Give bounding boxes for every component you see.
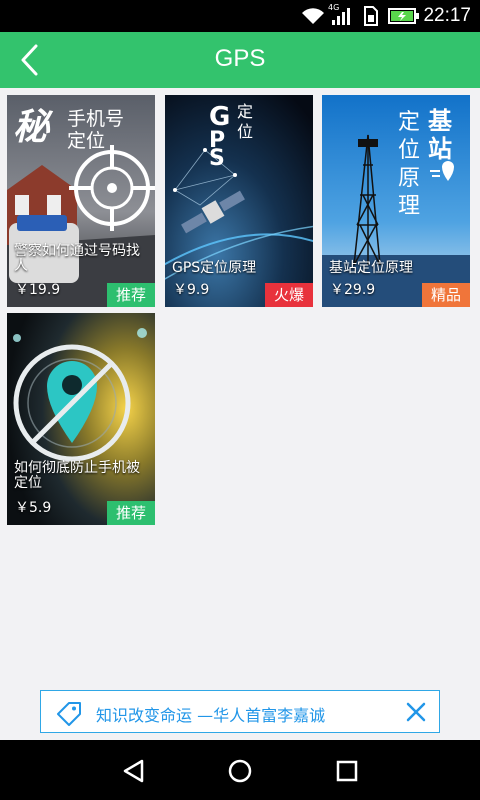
back-triangle-icon[interactable] — [120, 757, 148, 785]
product-price: ￥19.9 — [15, 282, 61, 298]
art-text: 理 — [398, 194, 420, 219]
page-title: GPS — [214, 45, 266, 72]
product-cover-image — [7, 313, 155, 525]
art-text: 位 — [237, 122, 253, 141]
product-badge: 推荐 — [106, 283, 155, 307]
art-text: 定 — [398, 110, 420, 135]
art-text: 定 — [237, 102, 253, 121]
close-icon[interactable] — [405, 701, 427, 723]
art-text: S — [209, 146, 225, 171]
product-card[interactable]: 如何彻底防止手机被定位 ￥5.9 推荐 — [7, 313, 155, 525]
art-text: 站 — [428, 135, 452, 163]
product-badge: 推荐 — [106, 501, 155, 525]
product-price: ￥9.9 — [173, 282, 210, 298]
product-cover-image: 秘 手机号 定位 — [7, 95, 155, 307]
product-price: ￥5.9 — [15, 500, 52, 516]
status-bar: 4G 22:17 — [0, 0, 480, 32]
sim-icon — [364, 6, 378, 26]
cell-signal-icon — [332, 8, 350, 25]
clock: 22:17 — [423, 5, 471, 26]
art-text: 手机号 — [67, 108, 124, 130]
product-title: 如何彻底防止手机被定位 — [14, 460, 140, 491]
tag-icon — [57, 702, 81, 726]
product-badge: 精品 — [421, 283, 470, 307]
art-text: 定位 — [67, 130, 105, 152]
battery-icon — [388, 8, 419, 24]
promo-text: 知识改变命运 —华人首富李嘉诚 — [96, 706, 326, 725]
art-text: 基 — [428, 107, 453, 135]
product-title: 基站定位原理 — [329, 260, 413, 276]
product-price: ￥29.9 — [330, 282, 376, 298]
art-text: 位 — [398, 138, 420, 163]
recents-square-icon[interactable] — [333, 757, 361, 785]
home-circle-icon[interactable] — [226, 757, 254, 785]
product-card[interactable]: G P S 定 位 GPS定位原理 ￥9.9 火爆 — [165, 95, 313, 307]
promo-banner[interactable]: 知识改变命运 —华人首富李嘉诚 — [40, 690, 440, 733]
app-header: GPS — [0, 32, 480, 88]
art-text: 秘 — [13, 107, 54, 148]
product-card[interactable]: 定 位 原 理 基 站 基站定位原理 ￥29.9 精品 — [322, 95, 470, 307]
product-badge: 火爆 — [264, 283, 313, 307]
wifi-icon — [302, 8, 324, 24]
product-title: 警察如何通过号码找人 — [14, 243, 140, 274]
product-title: GPS定位原理 — [172, 260, 257, 276]
art-text: 原 — [398, 166, 420, 191]
system-nav-bar — [0, 740, 480, 800]
product-card[interactable]: 秘 手机号 定位 警察如何通过号码找人 ￥19.9 推荐 — [7, 95, 155, 307]
